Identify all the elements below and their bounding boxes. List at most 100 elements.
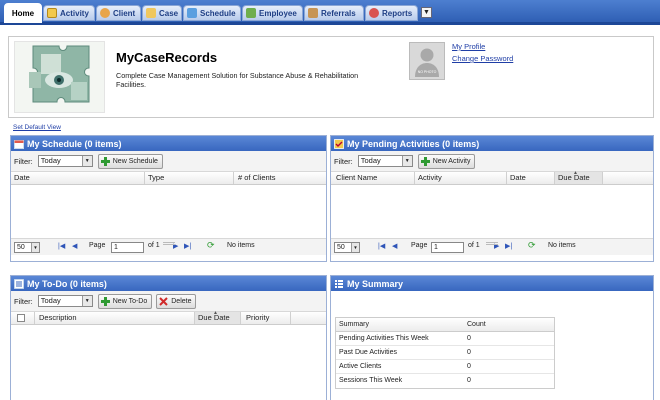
delete-button[interactable]: Delete <box>156 293 197 309</box>
tab-case-label: Case <box>159 8 179 18</box>
sort-up-icon: ▲ <box>213 310 218 316</box>
todo-list-icon <box>14 278 24 289</box>
pending-page-size-select[interactable]: 50 ▼ <box>334 242 360 253</box>
col-description[interactable]: Description <box>35 312 195 324</box>
last-page-icon[interactable]: ▶| <box>505 242 512 252</box>
checklist-icon <box>334 138 344 149</box>
last-page-icon[interactable]: ▶| <box>184 242 191 252</box>
set-default-view-link[interactable]: Set Default View <box>13 124 61 131</box>
chevron-down-icon: ▼ <box>81 156 92 166</box>
schedule-pager: 50 ▼ |◀ ◀ Page 1 of 1 ▶ ▶| ⟳ No items <box>11 238 326 255</box>
col-priority[interactable]: Priority <box>241 312 291 324</box>
folder-icon <box>146 8 156 18</box>
plus-icon <box>420 156 430 166</box>
tab-schedule-label: Schedule <box>200 8 236 18</box>
new-schedule-button[interactable]: New Schedule <box>97 153 163 169</box>
new-todo-button[interactable]: New To-Do <box>97 293 153 309</box>
schedule-filter-label: Filter: <box>14 156 33 166</box>
puzzle-logo <box>14 41 105 113</box>
pending-pager-status: No items <box>548 242 576 249</box>
col-date[interactable]: Date <box>11 172 145 184</box>
referral-icon <box>308 8 318 18</box>
checklist-icon <box>47 8 57 18</box>
calendar-icon <box>14 139 24 149</box>
pending-page-label: Page <box>411 242 428 249</box>
schedule-filter-select[interactable]: Today ▼ <box>37 155 93 167</box>
pending-page-size-value: 50 <box>337 244 345 251</box>
prev-page-icon[interactable]: ◀ <box>72 242 77 252</box>
pending-activities-panel: My Pending Activities (0 items) Filter: … <box>330 135 654 262</box>
change-password-link[interactable]: Change Password <box>452 54 513 63</box>
summary-table-header: Summary Count <box>336 318 554 332</box>
tab-home[interactable]: Home <box>4 3 42 23</box>
col-due-date[interactable]: Due Date ▲ <box>555 170 603 184</box>
refresh-icon[interactable]: ⟳ <box>207 240 215 251</box>
tab-referrals[interactable]: Referrals <box>304 5 364 21</box>
refresh-icon[interactable]: ⟳ <box>528 240 536 251</box>
col-count: Count <box>467 321 486 328</box>
pending-panel-header: My Pending Activities (0 items) <box>331 136 653 151</box>
more-tabs-dropdown[interactable]: ▼ <box>421 7 432 18</box>
summary-row-count: 0 <box>467 363 471 370</box>
tab-activity[interactable]: Activity <box>43 5 95 21</box>
employee-icon <box>246 8 256 18</box>
calendar-icon <box>187 8 197 18</box>
schedule-page-input[interactable]: 1 <box>111 242 144 253</box>
col-type[interactable]: Type <box>145 172 234 184</box>
delete-icon <box>159 296 168 306</box>
todo-filter-select[interactable]: Today ▼ <box>37 295 93 307</box>
col-num-clients[interactable]: # of Clients <box>234 172 326 184</box>
prev-page-icon[interactable]: ◀ <box>392 242 397 252</box>
schedule-panel-header: My Schedule (0 items) <box>11 136 326 151</box>
resize-handle[interactable] <box>162 242 175 245</box>
schedule-pager-status: No items <box>227 242 255 249</box>
new-activity-button[interactable]: New Activity <box>417 153 476 169</box>
tab-reports-label: Reports <box>382 8 413 18</box>
pending-filter-bar: Filter: Today ▼ New Activity <box>331 151 653 172</box>
todo-panel: My To-Do (0 items) Filter: Today ▼ New T… <box>10 275 327 400</box>
summary-row-count: 0 <box>467 377 471 384</box>
chevron-down-icon: ▼ <box>423 9 430 16</box>
todo-grid-header: Description Due Date ▲ Priority <box>11 310 326 325</box>
tab-client[interactable]: Client <box>96 5 141 21</box>
puzzle-logo-image <box>15 42 104 112</box>
summary-panel: My Summary Summary Count Pending Activit… <box>330 275 654 400</box>
pending-filter-select[interactable]: Today ▼ <box>357 155 413 167</box>
sort-up-icon: ▲ <box>573 170 578 176</box>
schedule-of-label: of 1 <box>148 242 160 249</box>
schedule-filter-value: Today <box>40 156 61 165</box>
col-select <box>11 312 35 324</box>
col-client-name[interactable]: Client Name <box>331 172 415 184</box>
pending-page-input[interactable]: 1 <box>431 242 464 253</box>
col-activity[interactable]: Activity <box>415 172 507 184</box>
header-card: MyCaseRecords Complete Case Management S… <box>8 36 654 118</box>
resize-handle[interactable] <box>486 242 498 245</box>
schedule-panel-title: My Schedule (0 items) <box>27 138 122 149</box>
summary-row-label: Past Due Activities <box>339 349 397 356</box>
tab-reports[interactable]: Reports <box>365 5 418 21</box>
tab-case[interactable]: Case <box>142 5 182 21</box>
main-tab-bar: Home Activity Client Case Schedule Emplo… <box>0 0 660 25</box>
pending-panel-title: My Pending Activities (0 items) <box>347 138 480 149</box>
todo-filter-bar: Filter: Today ▼ New To-Do Delete <box>11 291 326 312</box>
pending-of-label: of 1 <box>468 242 480 249</box>
tab-referrals-label: Referrals <box>321 8 356 18</box>
tab-activity-label: Activity <box>60 8 89 18</box>
schedule-filter-bar: Filter: Today ▼ New Schedule <box>11 151 326 172</box>
tab-schedule[interactable]: Schedule <box>183 5 241 21</box>
avatar[interactable]: NO PHOTO <box>409 42 445 80</box>
todo-filter-label: Filter: <box>14 296 33 306</box>
my-profile-link[interactable]: My Profile <box>452 42 485 51</box>
tab-client-label: Client <box>113 8 136 18</box>
first-page-icon[interactable]: |◀ <box>378 242 385 252</box>
col-due-date[interactable]: Due Date ▲ <box>195 310 241 324</box>
app-description: Complete Case Management Solution for Su… <box>116 71 359 89</box>
tab-employee[interactable]: Employee <box>242 5 303 21</box>
table-row: Sessions This Week 0 <box>336 374 554 388</box>
todo-panel-title: My To-Do (0 items) <box>27 278 107 289</box>
col-date[interactable]: Date <box>507 172 555 184</box>
client-icon <box>100 8 110 18</box>
select-all-checkbox[interactable] <box>17 314 25 322</box>
schedule-page-size-select[interactable]: 50 ▼ <box>14 242 40 253</box>
first-page-icon[interactable]: |◀ <box>58 242 65 252</box>
